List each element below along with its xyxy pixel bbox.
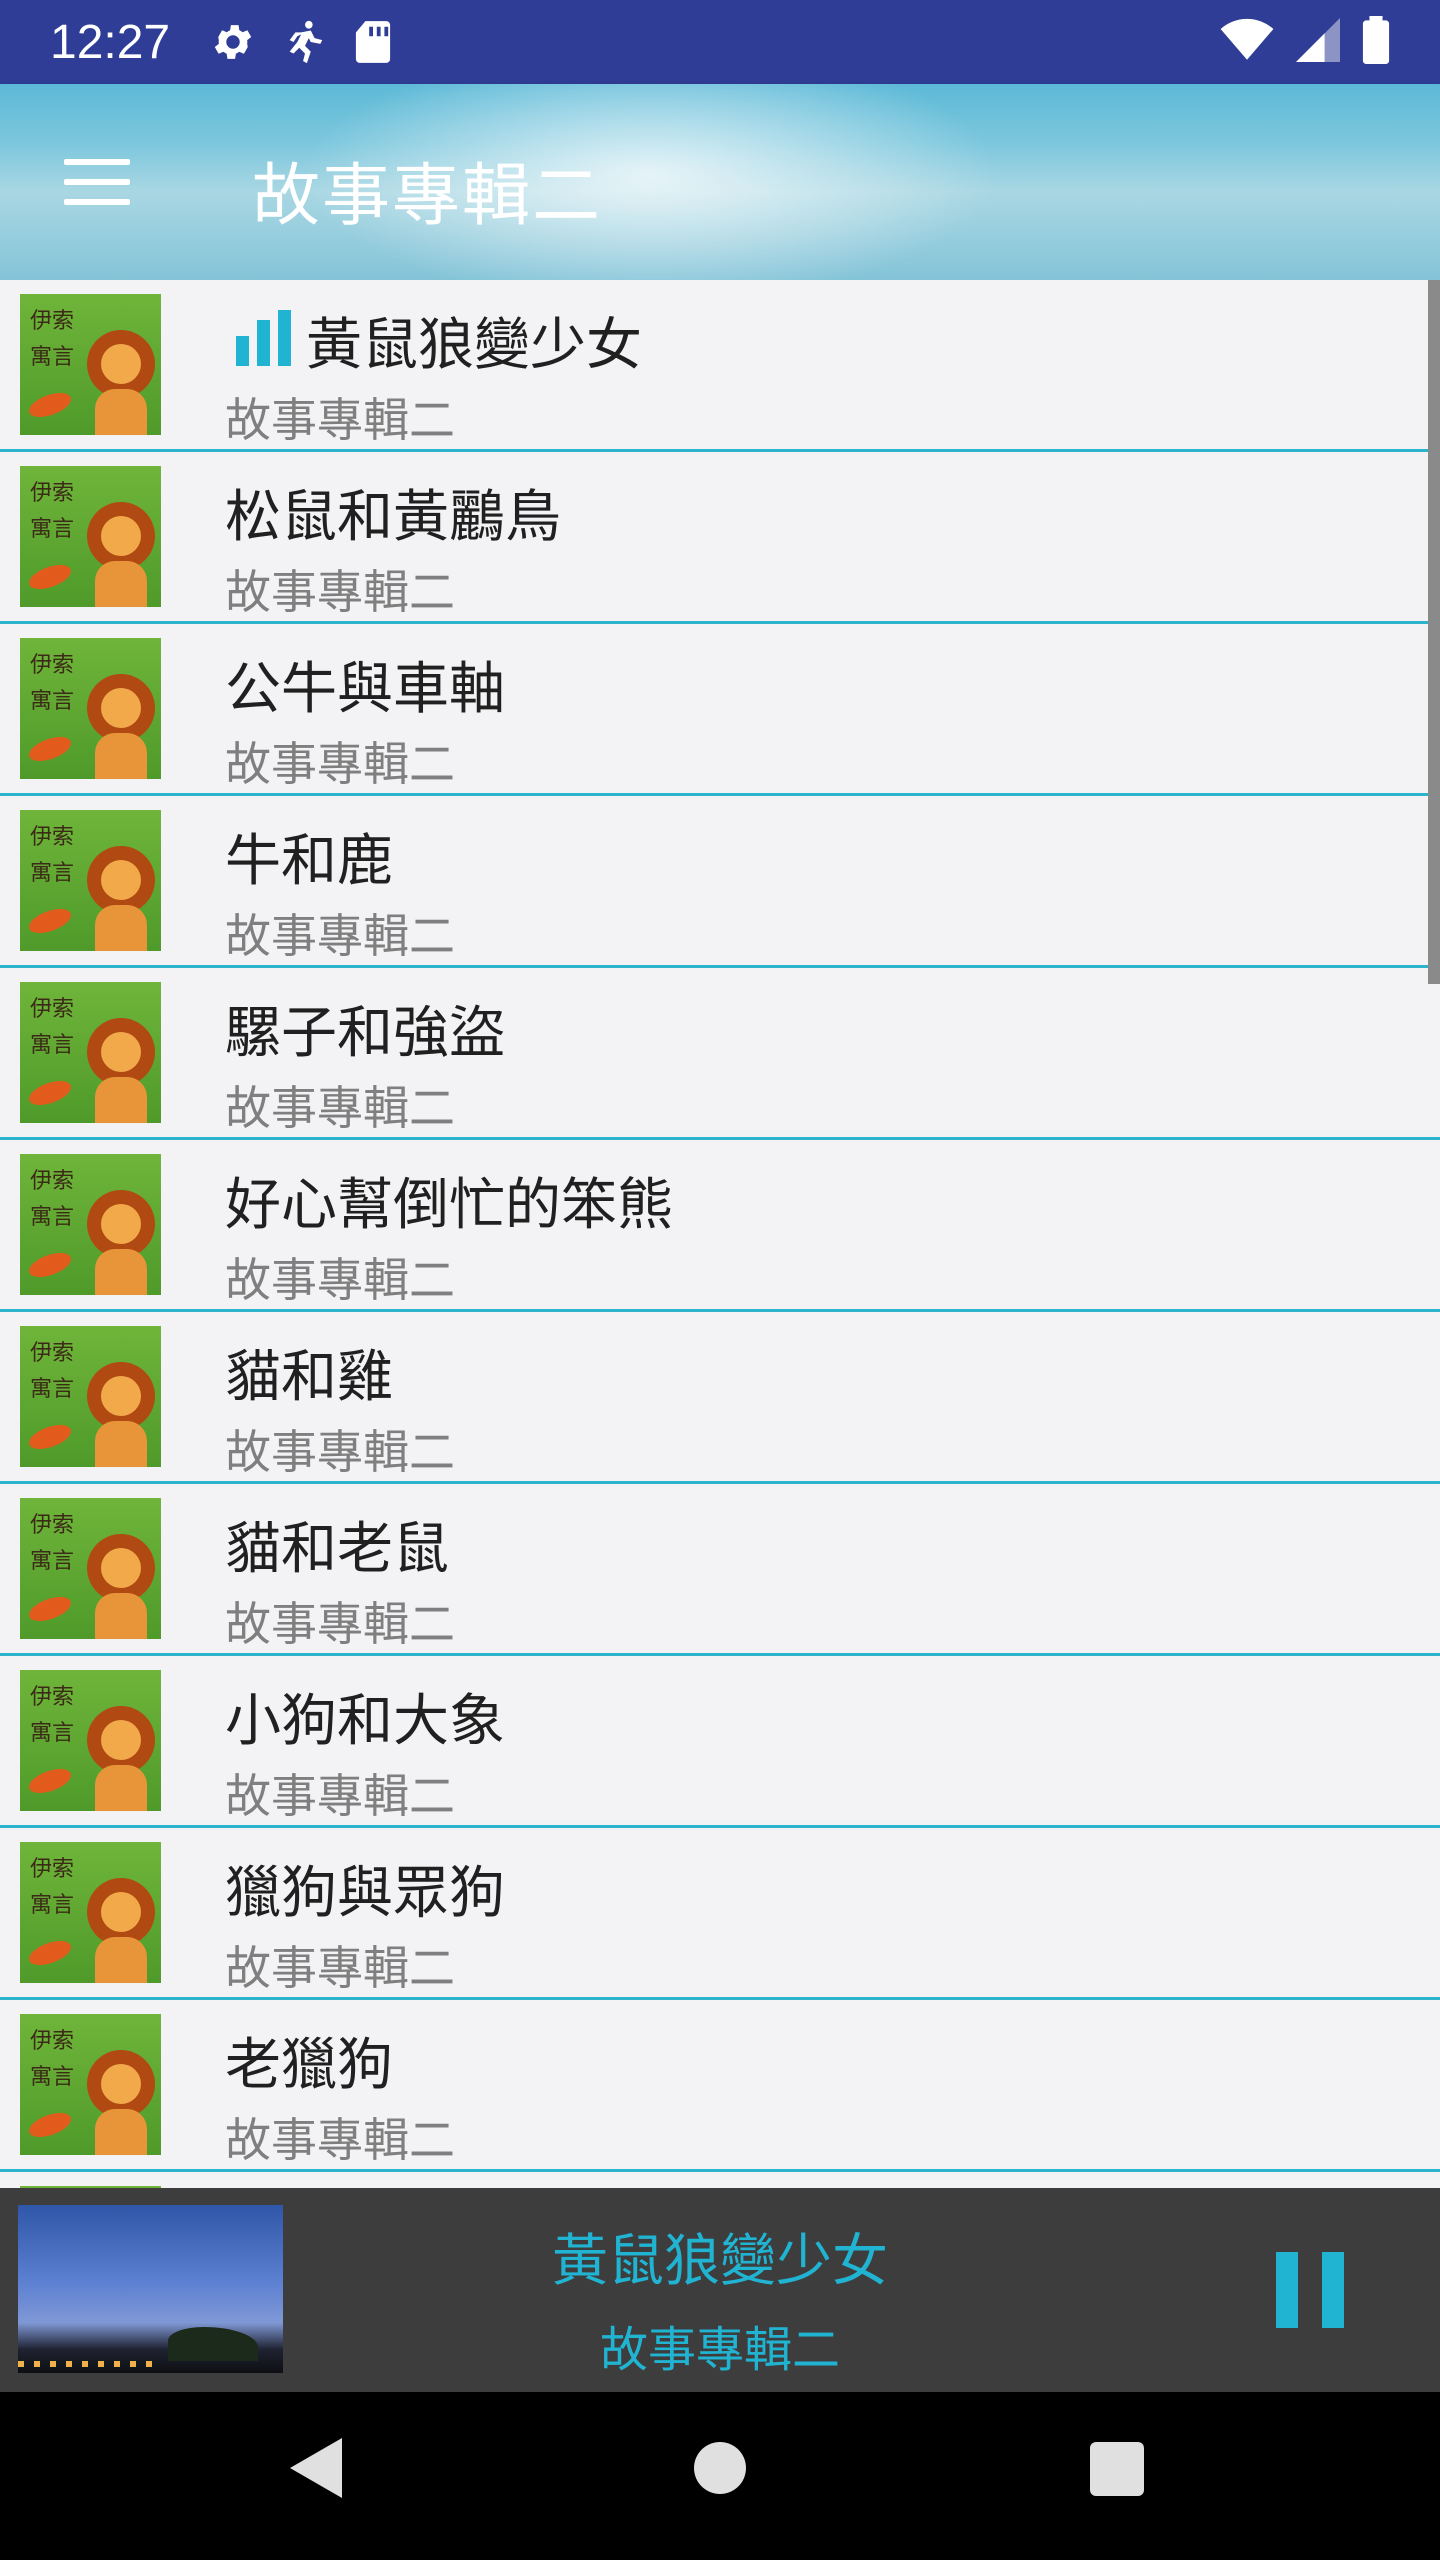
cell-signal-icon	[1296, 18, 1340, 66]
thumbnail-text: 寓言	[30, 1033, 75, 1058]
track-album: 故事專輯二	[225, 393, 455, 447]
thumbnail-text: 伊索	[30, 1857, 75, 1882]
now-playing-bar[interactable]: 黃鼠狼變少女 故事專輯二	[0, 2188, 1440, 2392]
track-title: 好心幫倒忙的笨熊	[225, 1173, 673, 1238]
list-item[interactable]: 伊索寓言 松鼠和黃鸝鳥 故事專輯二	[0, 452, 1440, 624]
track-album: 故事專輯二	[225, 1597, 455, 1651]
list-item[interactable]: 伊索寓言 騾子和強盜 故事專輯二	[0, 968, 1440, 1140]
list-item[interactable]: 伊索寓言 老獵狗 故事專輯二	[0, 2000, 1440, 2172]
back-icon[interactable]	[286, 2434, 346, 2506]
thumbnail-text: 寓言	[30, 2065, 75, 2090]
album-thumbnail: 伊索 寓言	[20, 2014, 161, 2155]
thumbnail-text: 伊索	[30, 653, 75, 678]
thumbnail-text: 寓言	[30, 861, 75, 886]
track-title: 黃鼠狼變少女	[306, 313, 642, 378]
list-item[interactable]: 伊索寓言 公牛與車軸 故事專輯二	[0, 624, 1440, 796]
album-thumbnail: 伊索 寓言	[20, 982, 161, 1123]
album-thumbnail: 伊索 寓言	[20, 1670, 161, 1811]
list-item[interactable]: 伊索寓言 黃鼠狼變少女 故事專輯二	[0, 280, 1440, 452]
thumbnail-text: 寓言	[30, 1377, 75, 1402]
pause-button[interactable]	[1262, 2230, 1358, 2350]
thumbnail-text: 伊索	[30, 2029, 75, 2054]
track-title: 貓和雞	[225, 1345, 393, 1410]
running-figure-icon	[282, 17, 328, 67]
thumbnail-text: 伊索	[30, 1341, 75, 1366]
thumbnail-text: 伊索	[30, 997, 75, 1022]
scrollbar[interactable]	[1428, 280, 1440, 984]
status-right-icons	[1220, 16, 1390, 68]
home-icon[interactable]	[694, 2442, 746, 2494]
now-playing-album: 故事專輯二	[599, 2322, 840, 2378]
status-bar: 12:27	[0, 0, 1440, 84]
thumbnail-text: 寓言	[30, 689, 75, 714]
thumbnail-text: 伊索	[30, 1513, 75, 1538]
thumbnail-text: 寓言	[30, 1549, 75, 1574]
thumbnail-text: 伊索	[30, 825, 75, 850]
album-thumbnail: 伊索 寓言	[20, 638, 161, 779]
track-album: 故事專輯二	[225, 1941, 455, 1995]
track-title: 騾子和強盜	[225, 1001, 505, 1066]
sd-card-icon	[354, 19, 392, 65]
track-title: 松鼠和黃鸝鳥	[225, 485, 561, 550]
list-item[interactable]: 伊索寓言 牛和鹿 故事專輯二	[0, 796, 1440, 968]
album-thumbnail: 伊索 寓言	[20, 1154, 161, 1295]
track-album: 故事專輯二	[225, 2113, 455, 2167]
thumbnail-text: 伊索	[30, 309, 75, 334]
thumbnail-text: 寓言	[30, 1893, 75, 1918]
thumbnail-text: 寓言	[30, 1205, 75, 1230]
track-album: 故事專輯二	[225, 909, 455, 963]
pause-icon	[1276, 2252, 1298, 2328]
status-time: 12:27	[50, 15, 171, 69]
wifi-icon	[1220, 18, 1274, 66]
track-title: 牛和鹿	[225, 829, 393, 894]
track-album: 故事專輯二	[225, 1769, 455, 1823]
album-thumbnail: 伊索 寓言	[20, 1842, 161, 1983]
track-title: 小狗和大象	[225, 1689, 505, 1754]
list-item[interactable]: 伊索寓言 小狗和大象 故事專輯二	[0, 1656, 1440, 1828]
track-album: 故事專輯二	[225, 1081, 455, 1135]
thumbnail-text: 伊索	[30, 1169, 75, 1194]
list-item[interactable]	[0, 2172, 1440, 2188]
thumbnail-text: 寓言	[30, 345, 75, 370]
track-list[interactable]: 伊索 寓言 黃鼠狼變少女 故事專輯二 伊索 寓言 松鼠和黃鸝鳥 故事專輯二 伊索 寓言	[0, 280, 1440, 2188]
list-item[interactable]: 伊索寓言 貓和雞 故事專輯二	[0, 1312, 1440, 1484]
track-album: 故事專輯二	[225, 565, 455, 619]
hamburger-menu-icon[interactable]	[50, 144, 140, 220]
page-title: 故事專輯二	[252, 157, 603, 236]
track-title: 貓和老鼠	[225, 1517, 449, 1582]
list-item[interactable]: 伊索寓言 貓和老鼠 故事專輯二	[0, 1484, 1440, 1656]
thumbnail-text: 伊索	[30, 1685, 75, 1710]
album-thumbnail: 伊索 寓言	[20, 810, 161, 951]
system-nav-bar	[0, 2392, 1440, 2560]
now-playing-title: 黃鼠狼變少女	[552, 2229, 888, 2294]
track-album: 故事專輯二	[225, 1253, 455, 1307]
album-thumbnail: 伊索 寓言	[20, 1498, 161, 1639]
album-thumbnail: 伊索 寓言	[20, 466, 161, 607]
recents-icon[interactable]	[1090, 2442, 1144, 2496]
now-playing-icon	[236, 310, 296, 366]
track-album: 故事專輯二	[225, 1425, 455, 1479]
gear-icon	[210, 19, 256, 65]
track-title: 公牛與車軸	[225, 657, 505, 722]
list-item[interactable]: 伊索寓言 好心幫倒忙的笨熊 故事專輯二	[0, 1140, 1440, 1312]
album-thumbnail: 伊索 寓言	[20, 294, 161, 435]
thumbnail-text: 寓言	[30, 1721, 75, 1746]
track-title: 老獵狗	[225, 2033, 393, 2098]
list-item[interactable]: 伊索寓言 獵狗與眾狗 故事專輯二	[0, 1828, 1440, 2000]
thumbnail-text: 寓言	[30, 517, 75, 542]
battery-icon	[1362, 16, 1390, 68]
thumbnail-text: 伊索	[30, 481, 75, 506]
album-thumbnail: 伊索 寓言	[20, 1326, 161, 1467]
track-title: 獵狗與眾狗	[225, 1861, 505, 1926]
screen: 12:27 故事專輯二 伊索 寓言 黃鼠狼變少女 故事專輯二 伊索 寓言 松鼠和…	[0, 0, 1440, 2560]
app-bar: 故事專輯二	[0, 84, 1440, 280]
track-album: 故事專輯二	[225, 737, 455, 791]
